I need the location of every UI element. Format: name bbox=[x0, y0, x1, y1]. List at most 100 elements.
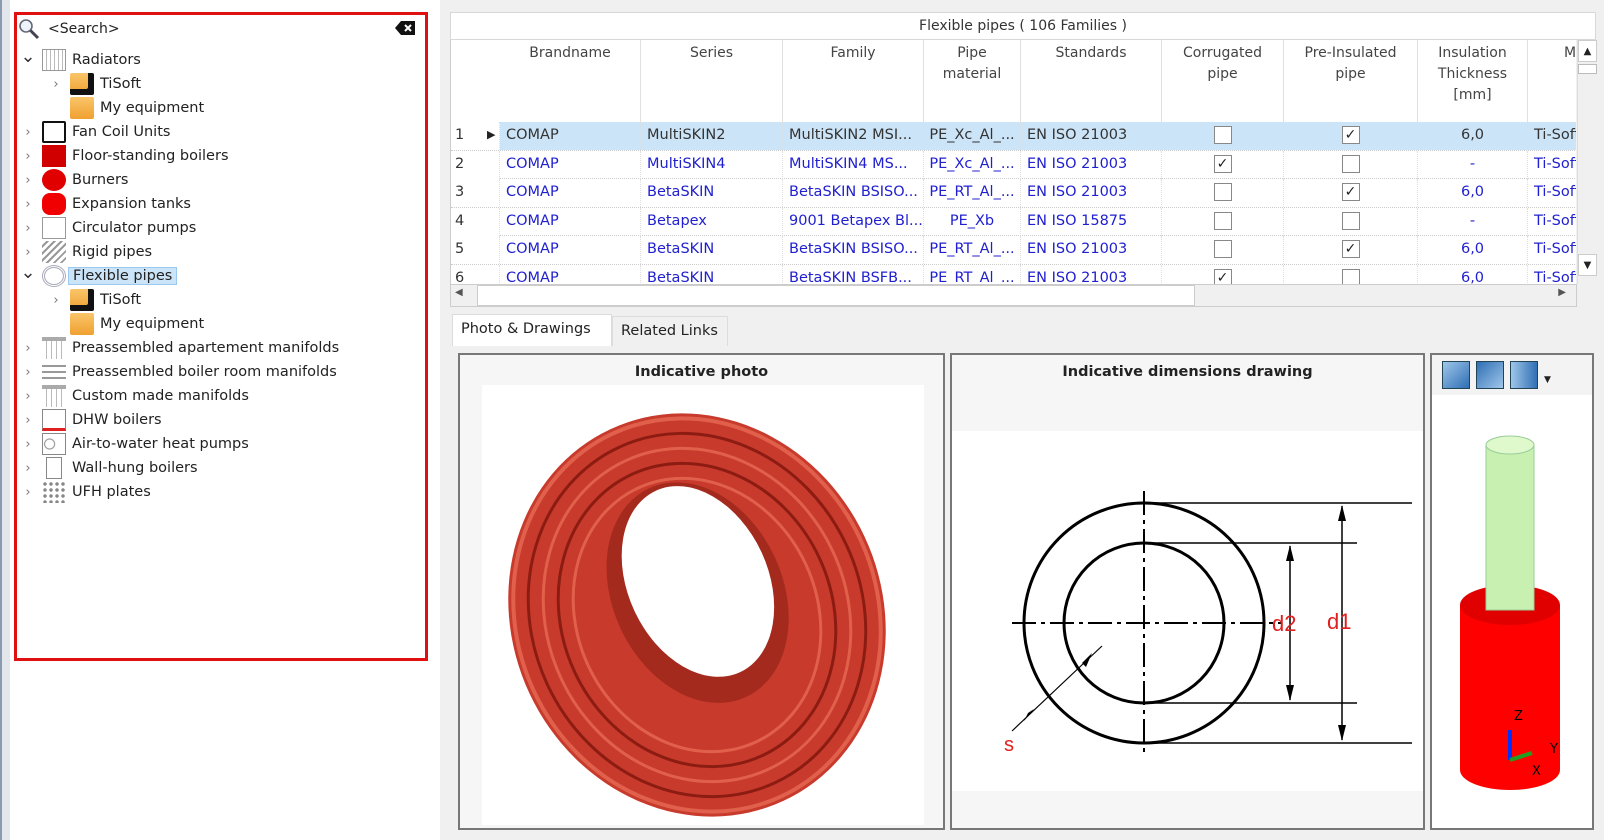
scroll-right-button[interactable]: ▶ bbox=[1558, 287, 1566, 298]
tree-item-dhw-boilers[interactable]: › DHW boilers bbox=[20, 408, 162, 432]
tree-item-my-equipment[interactable]: My equipment bbox=[48, 96, 204, 120]
chevron-right-icon[interactable]: › bbox=[20, 413, 36, 428]
corrugated-checkbox[interactable]: ✓ bbox=[1213, 154, 1232, 173]
tree-item-tisoft[interactable]: › TiSoft bbox=[48, 288, 141, 312]
chevron-right-icon[interactable]: › bbox=[20, 125, 36, 140]
chevron-right-icon[interactable]: › bbox=[20, 341, 36, 356]
thickness-cell: 6,0 bbox=[1418, 179, 1528, 208]
tree-item-label: DHW boilers bbox=[72, 412, 162, 428]
column-header-insulation-thickness-mm[interactable]: Insulation Thickness [mm] bbox=[1418, 40, 1528, 122]
photo-title: Indicative photo bbox=[634, 364, 769, 380]
locked-folder-icon bbox=[70, 289, 94, 311]
tree-item-label: Floor-standing boilers bbox=[72, 148, 229, 164]
tree-item-wall-hung-boilers[interactable]: › Wall-hung boilers bbox=[20, 456, 198, 480]
tree-item-fan-coil-units[interactable]: › Fan Coil Units bbox=[20, 120, 170, 144]
scroll-thumb[interactable] bbox=[477, 285, 1195, 306]
preinsulated-checkbox[interactable]: ✓ bbox=[1341, 126, 1360, 144]
tree-item-burners[interactable]: › Burners bbox=[20, 168, 128, 192]
chevron-right-icon[interactable]: › bbox=[20, 437, 36, 452]
tree-item-tisoft[interactable]: › TiSoft bbox=[48, 72, 141, 96]
tree-item-flexible-pipes[interactable]: ⌄ Flexible pipes bbox=[20, 262, 178, 288]
search-input[interactable]: <Search> bbox=[48, 21, 120, 37]
tree-item-rigid-pipes[interactable]: › Rigid pipes bbox=[20, 240, 152, 264]
tree-item-radiators[interactable]: ⌄ Radiators bbox=[20, 46, 141, 72]
column-header-m[interactable]: M bbox=[1528, 40, 1576, 122]
column-header-standards[interactable]: Standards bbox=[1021, 40, 1162, 122]
corrugated-checkbox[interactable] bbox=[1213, 240, 1232, 259]
heat-pump-icon bbox=[42, 433, 66, 455]
chevron-right-icon[interactable]: › bbox=[20, 173, 36, 188]
column-header-pipe-material[interactable]: Pipe material bbox=[924, 40, 1021, 122]
front-view-icon[interactable] bbox=[1442, 361, 1470, 389]
preinsulated-checkbox[interactable]: ✓ bbox=[1341, 183, 1360, 202]
table-row[interactable]: 2 COMAP MultiSKIN4 MultiSKIN4 MS... PE_Xc_Al… bbox=[451, 150, 1576, 180]
tree-item-circulator-pumps[interactable]: › Circulator pumps bbox=[20, 216, 196, 240]
chevron-right-icon[interactable]: › bbox=[20, 389, 36, 404]
table-row[interactable]: 3 COMAP BetaSKIN BetaSKIN BSISO... PE_RT_Al_… bbox=[451, 179, 1576, 208]
chevron-down-icon[interactable]: ⌄ bbox=[20, 46, 36, 67]
chevron-right-icon[interactable]: › bbox=[20, 245, 36, 260]
chevron-right-icon[interactable]: › bbox=[20, 149, 36, 164]
dimensions-drawing: d2 d1 s bbox=[952, 431, 1423, 791]
row-number: 3 bbox=[451, 179, 500, 208]
preinsulated-checkbox[interactable] bbox=[1341, 269, 1360, 284]
scroll-down-button[interactable]: ▼ bbox=[1578, 254, 1597, 276]
preinsulated-cell: ✓ bbox=[1284, 179, 1418, 208]
toolbar-overflow-icon[interactable]: ▼ bbox=[1544, 375, 1551, 389]
tree-item-custom-made-manifolds[interactable]: › Custom made manifolds bbox=[20, 384, 249, 408]
tree-item-preassembled-apartement-manifolds[interactable]: › Preassembled apartement manifolds bbox=[20, 336, 339, 360]
side-view-icon[interactable] bbox=[1510, 361, 1538, 389]
tree-item-ufh-plates[interactable]: › UFH plates bbox=[20, 480, 151, 504]
tree-item-label: TiSoft bbox=[100, 292, 142, 308]
table-row[interactable]: 5 COMAP BetaSKIN BetaSKIN BSISO... PE_RT_Al_… bbox=[451, 236, 1576, 265]
table-row[interactable]: 6 COMAP BetaSKIN BetaSKIN BSFB... PE_RT_Al_.… bbox=[451, 265, 1576, 284]
flexible-pipe-icon bbox=[42, 265, 66, 287]
tree-item-air-to-water-heat-pumps[interactable]: › Air-to-water heat pumps bbox=[20, 432, 249, 456]
column-header-pre-insulated-pipe[interactable]: Pre-Insulated pipe bbox=[1284, 40, 1418, 122]
photo-panel: Indicative photo bbox=[458, 353, 945, 830]
chevron-down-icon[interactable]: ⌄ bbox=[20, 262, 36, 283]
clear-search-icon[interactable] bbox=[395, 20, 415, 36]
preinsulated-checkbox[interactable]: ✓ bbox=[1341, 240, 1360, 259]
tree-item-preassembled-boiler-room-manifolds[interactable]: › Preassembled boiler room manifolds bbox=[20, 360, 337, 384]
corrugated-checkbox[interactable] bbox=[1213, 126, 1232, 144]
top-view-icon[interactable] bbox=[1476, 361, 1504, 389]
chevron-right-icon[interactable]: › bbox=[48, 293, 64, 308]
chevron-right-icon[interactable]: › bbox=[20, 461, 36, 476]
tree-item-label: TiSoft bbox=[100, 76, 142, 92]
corrugated-checkbox[interactable] bbox=[1213, 183, 1232, 202]
chevron-right-icon[interactable]: › bbox=[20, 485, 36, 500]
column-header-family[interactable]: Family bbox=[783, 40, 924, 122]
thickness-cell: 6,0 bbox=[1418, 236, 1528, 265]
scroll-thumb[interactable] bbox=[1578, 64, 1597, 74]
tree-search[interactable]: <Search> bbox=[18, 17, 423, 41]
table-row[interactable]: 4 COMAP Betapex 9001 Betapex Bl... PE_Xb EN I… bbox=[451, 207, 1576, 237]
chevron-right-icon[interactable]: › bbox=[20, 221, 36, 236]
m-cell: Ti-Soft bbox=[1528, 236, 1576, 264]
corrugated-checkbox[interactable] bbox=[1213, 211, 1232, 230]
tree-item-my-equipment[interactable]: My equipment bbox=[48, 312, 204, 336]
tree-item-floor-standing-boilers[interactable]: › Floor-standing boilers bbox=[20, 144, 229, 168]
tab-photo-drawings[interactable]: Photo & Drawings bbox=[452, 314, 612, 346]
grid-horizontal-scrollbar[interactable]: ◀ ▶ bbox=[450, 284, 1577, 307]
family-cell: MultiSKIN2 MSI... bbox=[783, 122, 924, 150]
grid-vertical-scrollbar[interactable]: ▲ ▼ bbox=[1577, 40, 1597, 284]
scroll-left-button[interactable]: ◀ bbox=[455, 287, 463, 298]
pump-icon bbox=[42, 217, 66, 239]
column-header-brandname[interactable]: Brandname bbox=[500, 40, 641, 122]
chevron-right-icon[interactable]: › bbox=[48, 77, 64, 92]
table-row[interactable]: 1 ▶ COMAP MultiSKIN2 MultiSKIN2 MSI... PE_Xc_… bbox=[451, 122, 1576, 151]
preinsulated-checkbox[interactable] bbox=[1341, 154, 1360, 173]
y-axis-label: Y bbox=[1549, 742, 1558, 757]
column-header-corrugated-pipe[interactable]: Corrugated pipe bbox=[1162, 40, 1284, 122]
radiator-icon bbox=[42, 49, 66, 71]
preinsulated-checkbox[interactable] bbox=[1341, 211, 1360, 230]
corrugated-checkbox[interactable]: ✓ bbox=[1213, 269, 1232, 284]
family-cell: BetaSKIN BSFB... bbox=[783, 265, 924, 284]
column-header-series[interactable]: Series bbox=[641, 40, 783, 122]
chevron-right-icon[interactable]: › bbox=[20, 197, 36, 212]
tree-item-expansion-tanks[interactable]: › Expansion tanks bbox=[20, 192, 191, 216]
scroll-up-button[interactable]: ▲ bbox=[1578, 40, 1597, 62]
tab-related-links[interactable]: Related Links bbox=[612, 316, 728, 346]
chevron-right-icon[interactable]: › bbox=[20, 365, 36, 380]
